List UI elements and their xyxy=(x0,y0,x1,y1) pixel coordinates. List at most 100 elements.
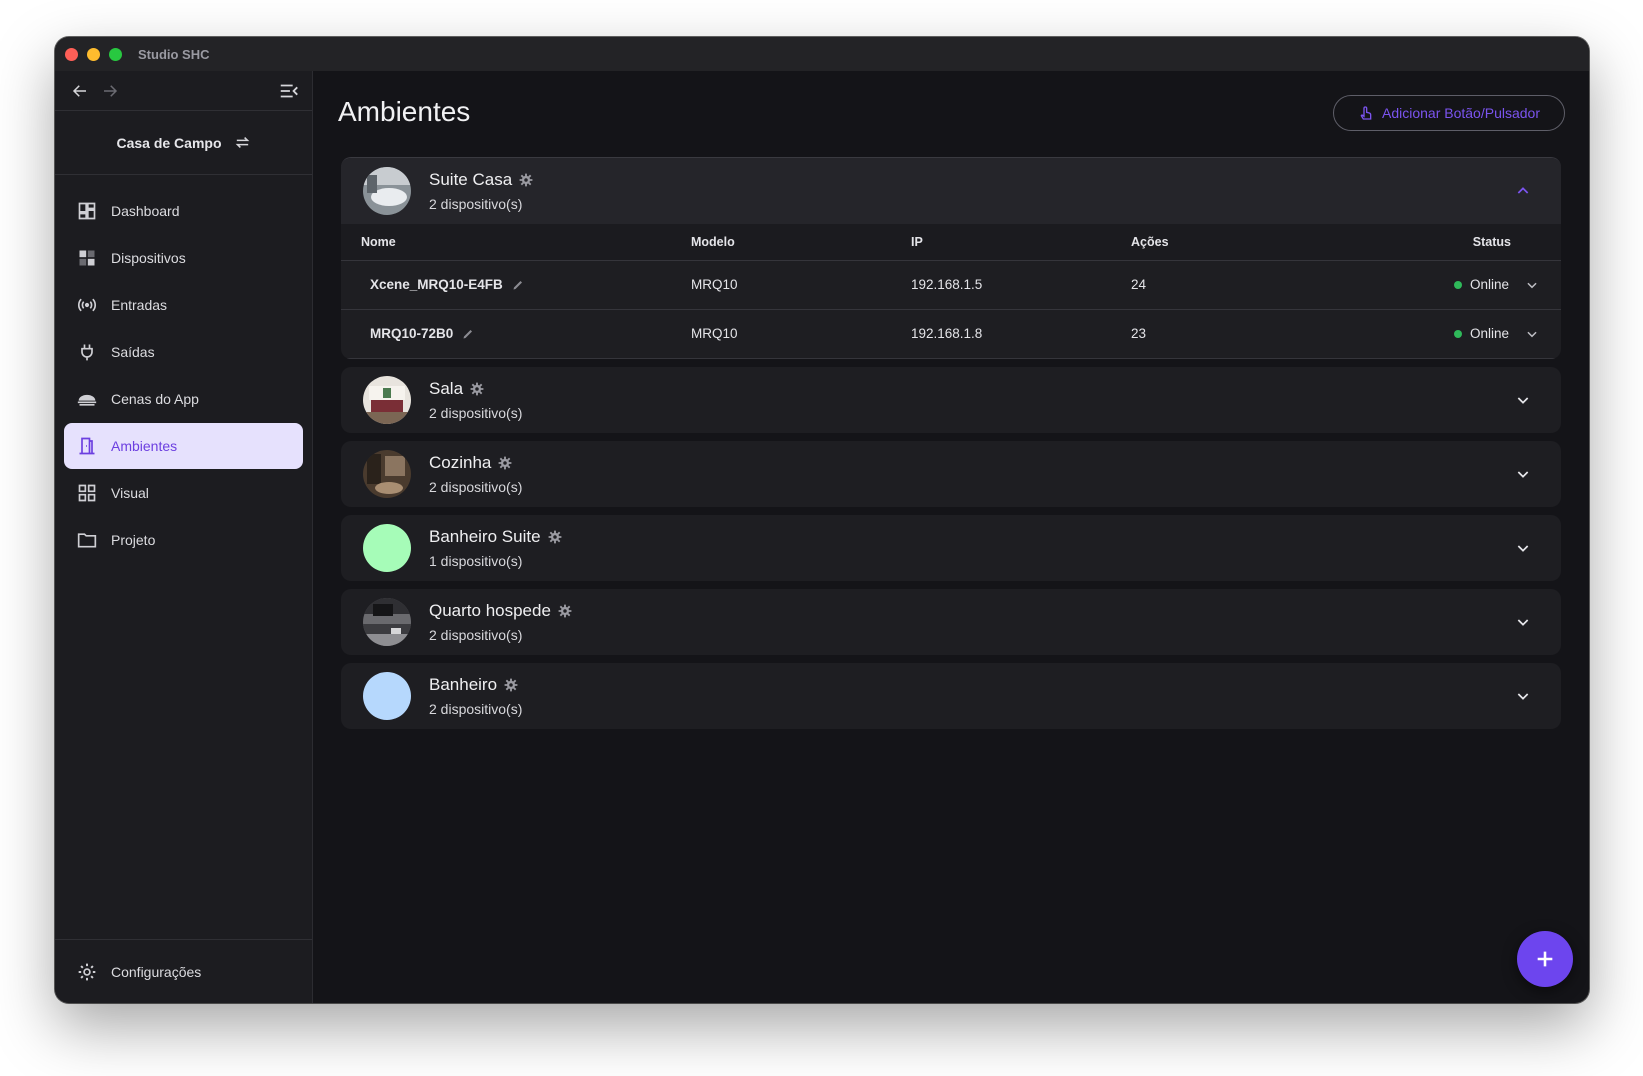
gear-icon[interactable] xyxy=(470,382,484,396)
app-window: Studio SHC Casa de Campo Dashboard Dispo… xyxy=(55,37,1589,1003)
room-card: Banheiro 2 dispositivo(s) xyxy=(341,662,1561,729)
sidebar-item-label: Dispositivos xyxy=(111,250,186,266)
gear-icon[interactable] xyxy=(558,604,572,618)
sidebar-item-label: Visual xyxy=(111,485,149,501)
expand-room-button[interactable] xyxy=(1513,464,1533,484)
device-name: MRQ10-72B0 xyxy=(370,326,454,341)
room-device-count: 1 dispositivo(s) xyxy=(429,552,523,569)
device-model: MRQ10 xyxy=(671,309,891,359)
project-switcher[interactable]: Casa de Campo xyxy=(55,111,312,175)
room-avatar xyxy=(363,671,411,720)
room-header[interactable]: Sala 2 dispositivo(s) xyxy=(341,367,1561,433)
broadcast-icon xyxy=(77,295,97,315)
sidebar-item-ambientes[interactable]: Ambientes xyxy=(64,423,303,469)
expand-room-button[interactable] xyxy=(1513,686,1533,706)
column-header-ip[interactable]: IP xyxy=(891,224,1111,261)
online-indicator xyxy=(1453,329,1462,338)
maximize-window-button[interactable] xyxy=(109,47,122,61)
rooms-list: Suite Casa 2 dispositivo(s) Nome Modelo … xyxy=(341,157,1561,737)
expand-room-button[interactable] xyxy=(1513,612,1533,632)
room-header[interactable]: Banheiro Suite 1 dispositivo(s) xyxy=(341,515,1561,581)
table-row[interactable]: MRQ10-72B0 MRQ10 192.168.1.8 23 Online xyxy=(341,309,1561,359)
chevron-down-icon xyxy=(1517,618,1529,626)
pencil-icon[interactable] xyxy=(512,279,524,291)
minimize-window-button[interactable] xyxy=(87,47,100,61)
gear-icon[interactable] xyxy=(504,678,518,692)
column-header-status[interactable]: Status xyxy=(1361,224,1561,261)
gear-icon[interactable] xyxy=(519,173,533,187)
room-avatar xyxy=(363,449,411,498)
device-name-cell: MRQ10-72B0 xyxy=(341,309,671,359)
sidebar-nav-controls xyxy=(55,71,312,111)
room-device-count: 2 dispositivo(s) xyxy=(429,478,523,495)
page-title: Ambientes xyxy=(338,96,471,127)
sidebar-item-visual[interactable]: Visual xyxy=(64,470,303,516)
room-name: Suite Casa xyxy=(429,170,513,189)
room-header[interactable]: Suite Casa 2 dispositivo(s) xyxy=(341,158,1561,224)
swap-icon xyxy=(235,136,249,149)
column-header-model[interactable]: Modelo xyxy=(671,224,891,261)
expand-room-button[interactable] xyxy=(1513,390,1533,410)
room-name: Sala xyxy=(429,378,464,398)
sidebar-item-label: Dashboard xyxy=(111,203,180,219)
sidebar-item-projeto[interactable]: Projeto xyxy=(64,517,303,563)
device-status: Online xyxy=(1361,310,1561,358)
chevron-down-icon xyxy=(1517,396,1529,404)
sidebar-item-dispositivos[interactable]: Dispositivos xyxy=(64,235,303,281)
gear-icon[interactable] xyxy=(548,530,562,544)
sidebar: Casa de Campo Dashboard Dispositivos Ent… xyxy=(55,71,313,1003)
sidebar-item-dashboard[interactable]: Dashboard xyxy=(64,188,303,234)
device-actions: 24 xyxy=(1111,260,1361,310)
sidebar-footer: Configurações xyxy=(55,939,312,1003)
add-button-pulsador[interactable]: Adicionar Botão/Pulsador xyxy=(1333,95,1565,131)
column-header-name[interactable]: Nome xyxy=(341,224,671,261)
pencil-icon[interactable] xyxy=(462,328,474,340)
gear-icon[interactable] xyxy=(498,456,512,470)
door-icon xyxy=(77,436,97,456)
arrow-right-icon xyxy=(104,84,118,97)
status-label: Online xyxy=(1469,277,1509,292)
forward-button[interactable] xyxy=(95,76,125,106)
room-device-count: 2 dispositivo(s) xyxy=(429,626,523,643)
sidebar-item-configuracoes[interactable]: Configurações xyxy=(64,949,303,995)
plug-icon xyxy=(77,342,97,362)
chevron-down-icon xyxy=(1517,692,1529,700)
sidebar-item-cenas-do-app[interactable]: Cenas do App xyxy=(64,376,303,422)
room-header[interactable]: Quarto hospede 2 dispositivo(s) xyxy=(341,589,1561,655)
chevron-down-icon[interactable] xyxy=(1525,327,1539,341)
back-button[interactable] xyxy=(65,76,95,106)
add-room-fab[interactable] xyxy=(1517,931,1573,987)
sidebar-item-label: Saídas xyxy=(111,344,155,360)
arrow-left-icon xyxy=(72,84,86,97)
expand-room-button[interactable] xyxy=(1513,538,1533,558)
sidebar-item-label: Entradas xyxy=(111,297,168,313)
table-row[interactable]: Xcene_MRQ10-E4FB MRQ10 192.168.1.5 24 On… xyxy=(341,260,1561,310)
close-window-button[interactable] xyxy=(65,47,78,61)
touch-icon xyxy=(1360,106,1372,120)
gear-icon xyxy=(77,962,97,982)
grid-icon xyxy=(77,483,97,503)
room-card: Banheiro Suite 1 dispositivo(s) xyxy=(341,514,1561,581)
chevron-down-icon[interactable] xyxy=(1525,278,1539,292)
room-card: Cozinha 2 dispositivo(s) xyxy=(341,440,1561,507)
room-device-count: 2 dispositivo(s) xyxy=(429,700,523,717)
sidebar-item-label: Cenas do App xyxy=(111,391,199,407)
column-header-actions[interactable]: Ações xyxy=(1111,224,1361,261)
sidebar-item-label: Ambientes xyxy=(111,438,178,454)
device-model: MRQ10 xyxy=(671,260,891,310)
room-header[interactable]: Banheiro 2 dispositivo(s) xyxy=(341,663,1561,729)
sidebar-item-label: Configurações xyxy=(111,964,202,980)
devices-icon xyxy=(77,248,97,268)
sidebar-item-saidas[interactable]: Saídas xyxy=(64,329,303,375)
add-button-label: Adicionar Botão/Pulsador xyxy=(1382,105,1540,121)
status-label: Online xyxy=(1469,326,1509,341)
online-indicator xyxy=(1453,280,1462,289)
room-header[interactable]: Cozinha 2 dispositivo(s) xyxy=(341,441,1561,507)
collapse-room-button[interactable] xyxy=(1513,181,1533,201)
sidebar-item-entradas[interactable]: Entradas xyxy=(64,282,303,328)
collapse-sidebar-button[interactable] xyxy=(274,76,304,106)
device-ip: 192.168.1.8 xyxy=(891,309,1111,359)
room-card: Quarto hospede 2 dispositivo(s) xyxy=(341,588,1561,655)
room-avatar xyxy=(363,167,411,215)
room-device-count: 2 dispositivo(s) xyxy=(429,196,523,212)
